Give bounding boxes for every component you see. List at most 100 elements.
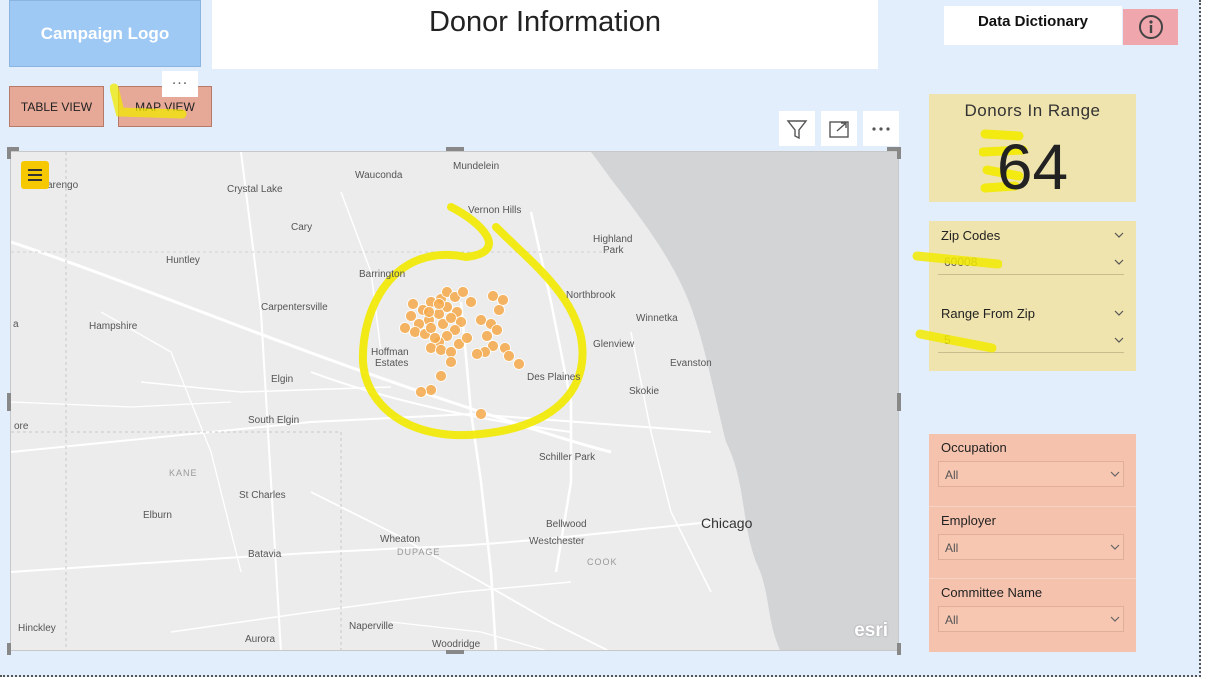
map-label: Westchester [529,536,585,547]
donor-marker[interactable] [491,324,503,336]
chevron-down-icon[interactable] [1114,308,1124,318]
resize-handle[interactable] [446,650,464,654]
donor-marker[interactable] [409,326,421,338]
kpi-value: 64 [996,131,1069,203]
chevron-down-icon[interactable] [1110,614,1120,624]
map-label: Winnetka [636,313,678,324]
donor-marker[interactable] [497,294,509,306]
info-button[interactable] [1123,9,1178,45]
map-label: DUPAGE [397,547,441,557]
donor-marker[interactable] [407,298,419,310]
info-circle-icon [1138,15,1163,39]
map-label: Carpentersville [261,302,328,313]
map-label: ore [14,421,29,432]
map-label: Elburn [143,510,172,521]
map-label: KANE [169,468,198,478]
map-label: Glenview [593,339,635,350]
chevron-down-icon[interactable] [1114,230,1124,240]
donor-map[interactable]: arengo Crystal Lake Wauconda Mundelein V… [10,151,899,651]
resize-handle[interactable] [897,643,901,655]
map-label: Hinckley [18,623,56,634]
donor-marker[interactable] [481,330,493,342]
donor-marker[interactable] [399,322,411,334]
kpi-title: Donors In Range [964,101,1101,120]
resize-handle[interactable] [897,393,901,411]
donor-marker[interactable] [461,332,473,344]
campaign-logo-label: Campaign Logo [40,23,170,43]
map-label: Vernon Hills [468,205,522,216]
map-label: Wheaton [380,534,421,545]
filter-icon [786,119,808,139]
donors-in-range-card: Donors In Range 64 [929,94,1136,203]
donor-marker[interactable] [425,322,437,334]
report-canvas: Campaign Logo Donor Information Data Dic… [0,0,1201,677]
chevron-down-icon[interactable] [1110,542,1120,552]
committee-name-label: Committee Name [941,585,1043,600]
resize-handle[interactable] [7,147,11,159]
map-label: Highland [593,234,633,245]
divider [929,578,1136,579]
occupation-dropdown[interactable]: All [938,461,1124,487]
donor-marker[interactable] [457,286,469,298]
more-options-tab[interactable]: ... [162,71,198,97]
map-label: Huntley [166,255,200,266]
chevron-down-icon[interactable] [1110,469,1120,479]
chevron-down-icon[interactable] [1114,257,1124,267]
title-box: Donor Information [212,0,878,69]
map-base [11,152,898,650]
focus-mode-button[interactable] [821,111,857,146]
donor-marker[interactable] [503,350,515,362]
map-label: Wauconda [355,170,403,181]
map-label: St Charles [239,490,286,501]
donor-marker[interactable] [433,308,445,320]
donor-marker[interactable] [415,386,427,398]
donor-marker[interactable] [425,342,437,354]
donor-marker[interactable] [493,304,505,316]
resize-handle[interactable] [7,643,11,655]
more-options-button[interactable] [863,111,899,146]
data-dictionary-button[interactable]: Data Dictionary [944,6,1122,45]
map-label: Naperville [349,621,394,632]
donor-marker[interactable] [423,306,435,318]
donor-marker[interactable] [475,314,487,326]
committee-name-value: All [945,613,959,627]
filter-button[interactable] [779,111,815,146]
donor-marker[interactable] [433,298,445,310]
employer-value: All [945,541,959,555]
more-options-icon [872,126,890,131]
resize-handle[interactable] [7,393,11,411]
employer-dropdown[interactable]: All [938,534,1124,560]
donor-marker[interactable] [487,290,499,302]
resize-handle[interactable] [897,147,901,159]
resize-handle[interactable] [446,147,464,151]
map-menu-button[interactable] [21,161,49,189]
map-label: Elgin [271,374,294,385]
map-label: Estates [375,358,409,369]
donor-marker[interactable] [445,356,457,368]
donor-marker[interactable] [475,408,487,420]
donor-marker[interactable] [465,296,477,308]
map-label: Woodridge [432,639,481,650]
donor-marker[interactable] [471,348,483,360]
donor-marker[interactable] [435,344,447,356]
donor-marker[interactable] [513,358,525,370]
map-label: South Elgin [248,415,300,426]
map-label: Batavia [248,549,282,560]
filter-highlight-marks [912,251,1002,353]
table-view-button[interactable]: TABLE VIEW [9,86,104,127]
map-label: Hampshire [89,321,138,332]
donor-marker[interactable] [435,370,447,382]
donor-filter-card: Occupation All Employer All Committee Na… [929,434,1136,652]
committee-name-dropdown[interactable]: All [938,606,1124,632]
chevron-down-icon[interactable] [1114,335,1124,345]
esri-logo: esri [854,620,888,641]
map-label: Skokie [629,386,660,397]
donor-marker[interactable] [425,384,437,396]
employer-label: Employer [941,513,996,528]
divider [929,506,1136,507]
donor-marker[interactable] [405,310,417,322]
donor-marker[interactable] [429,332,441,344]
map-label: Northbrook [566,290,616,301]
map-label: Bellwood [546,519,587,530]
donor-marker[interactable] [445,312,457,324]
